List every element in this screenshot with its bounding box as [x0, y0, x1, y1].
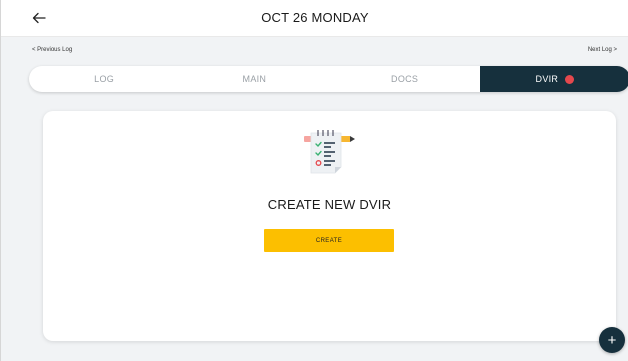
tab-bar: LOG MAIN DOCS DVIR [29, 66, 628, 92]
card-heading: CREATE NEW DVIR [267, 197, 392, 212]
tab-dvir-label: DVIR [535, 74, 559, 84]
dvir-card: CREATE NEW DVIR CREATE [43, 111, 616, 341]
tab-log[interactable]: LOG [29, 66, 179, 92]
top-app-bar: OCT 26 MONDAY [1, 0, 628, 37]
tab-docs-label: DOCS [391, 74, 419, 84]
next-log-link[interactable]: Next Log > [588, 47, 617, 53]
plus-icon: + [607, 331, 617, 349]
tab-docs[interactable]: DOCS [330, 66, 480, 92]
app-frame: OCT 26 MONDAY < Previous Log Next Log > … [0, 0, 628, 361]
page-title: OCT 26 MONDAY [261, 10, 369, 25]
log-navigation: < Previous Log Next Log > [1, 45, 628, 57]
create-dvir-button[interactable]: CREATE [264, 229, 394, 252]
dvir-status-dot [565, 74, 575, 84]
previous-log-link[interactable]: < Previous Log [32, 47, 72, 53]
add-fab-button[interactable]: + [599, 327, 625, 353]
main-content: < Previous Log Next Log > LOG MAIN DOCS … [1, 37, 628, 361]
tab-dvir[interactable]: DVIR [479, 66, 628, 92]
tab-main[interactable]: MAIN [179, 66, 329, 92]
checklist-document-icon [304, 130, 355, 174]
tab-log-label: LOG [94, 74, 115, 84]
tab-main-label: MAIN [242, 74, 267, 84]
